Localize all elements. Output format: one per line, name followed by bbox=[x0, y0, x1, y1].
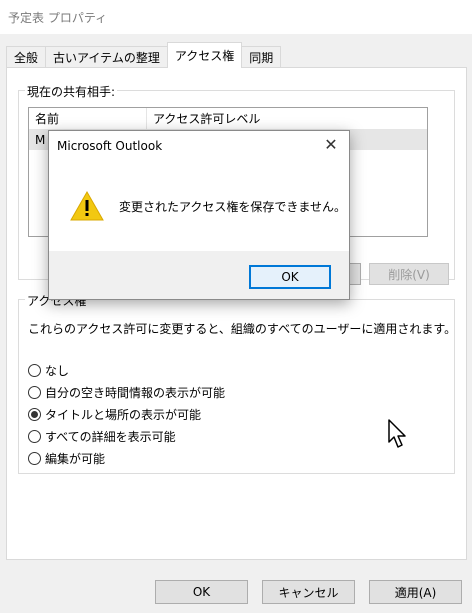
dialog-titlebar: Microsoft Outlook ✕ bbox=[49, 131, 349, 161]
radio-dot bbox=[31, 411, 38, 418]
list-item-name: M bbox=[35, 133, 46, 147]
close-icon[interactable]: ✕ bbox=[323, 137, 339, 153]
radio-label: なし bbox=[45, 364, 70, 378]
radio-button[interactable] bbox=[28, 364, 41, 377]
radio-button[interactable] bbox=[28, 452, 41, 465]
tab-general[interactable]: 全般 bbox=[6, 46, 47, 68]
share-list-header: 名前 アクセス許可レベル bbox=[29, 108, 427, 130]
mouse-cursor-icon bbox=[388, 419, 406, 448]
dialog-body: 変更されたアクセス権を保存できません。 bbox=[49, 161, 349, 251]
tab-synchronization[interactable]: 同期 bbox=[241, 46, 282, 68]
radio-option-free-busy[interactable]: 自分の空き時間情報の表示が可能 bbox=[28, 384, 225, 401]
window-title: 予定表 プロパティ bbox=[8, 10, 108, 25]
dialog-ok-button[interactable]: OK bbox=[249, 265, 331, 289]
radio-option-editor[interactable]: 編集が可能 bbox=[28, 450, 105, 467]
dialog-message: 変更されたアクセス権を保存できません。 bbox=[119, 199, 347, 214]
cancel-button[interactable]: キャンセル bbox=[262, 580, 355, 604]
tab-permissions[interactable]: アクセス権 bbox=[166, 42, 243, 68]
radio-option-title-location[interactable]: タイトルと場所の表示が可能 bbox=[28, 406, 201, 423]
apply-button[interactable]: 適用(A) bbox=[369, 580, 462, 604]
radio-label: 編集が可能 bbox=[45, 452, 106, 466]
tab-strip: 全般 古いアイテムの整理 アクセス権 同期 bbox=[6, 42, 282, 68]
warning-icon bbox=[70, 190, 104, 221]
column-header-name[interactable]: 名前 bbox=[29, 108, 147, 129]
error-dialog: Microsoft Outlook ✕ 変更されたアクセス権を保存できません。 … bbox=[48, 130, 350, 300]
column-header-permission[interactable]: アクセス許可レベル bbox=[147, 108, 260, 129]
radio-button[interactable] bbox=[28, 386, 41, 399]
radio-button-selected[interactable] bbox=[28, 408, 41, 421]
dialog-footer: OK bbox=[49, 251, 349, 299]
tab-autoarchive[interactable]: 古いアイテムの整理 bbox=[45, 46, 168, 68]
radio-label: 自分の空き時間情報の表示が可能 bbox=[45, 386, 226, 400]
delete-button[interactable]: 削除(V) bbox=[369, 263, 449, 285]
radio-label: すべての詳細を表示可能 bbox=[45, 430, 176, 444]
share-group-title: 現在の共有相手: bbox=[25, 83, 118, 100]
ok-button[interactable]: OK bbox=[155, 580, 248, 604]
radio-label: タイトルと場所の表示が可能 bbox=[45, 408, 202, 422]
radio-option-full-details[interactable]: すべての詳細を表示可能 bbox=[28, 428, 176, 445]
window-titlebar: 予定表 プロパティ bbox=[0, 0, 472, 34]
radio-button[interactable] bbox=[28, 430, 41, 443]
properties-window: 予定表 プロパティ 全般 古いアイテムの整理 アクセス権 同期 現在の共有相手:… bbox=[0, 0, 472, 613]
radio-option-none[interactable]: なし bbox=[28, 362, 69, 379]
permissions-description: これらのアクセス許可に変更すると、組織のすべてのユーザーに適用されます。 bbox=[28, 322, 457, 336]
dialog-title: Microsoft Outlook bbox=[57, 139, 163, 153]
